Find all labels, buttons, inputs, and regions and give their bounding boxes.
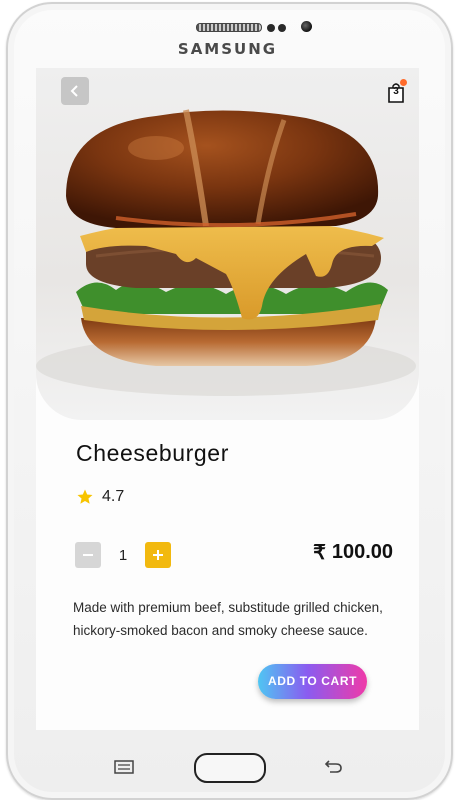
product-description: Made with premium beef, substitude grill… <box>73 600 383 638</box>
device-brand-logo: SAMSUNG <box>177 40 278 58</box>
earpiece-speaker <box>196 23 262 32</box>
tablet-device: SAMSUNG 3 Cheeseburger 4.7 1 ₹ 100.00 Ma… <box>0 0 455 800</box>
product-title: Cheeseburger <box>76 440 229 466</box>
proximity-sensor <box>267 24 275 32</box>
plus-icon <box>153 550 163 560</box>
price-value: 100.00 <box>331 541 393 563</box>
rating-value: 4.7 <box>102 488 125 505</box>
back-key-icon[interactable] <box>322 759 344 775</box>
quantity-stepper: 1 <box>75 542 171 568</box>
product-price: ₹ 100.00 <box>313 540 393 565</box>
increase-quantity-button[interactable] <box>145 542 171 568</box>
quantity-value: 1 <box>118 546 128 564</box>
decrease-quantity-button[interactable] <box>75 542 101 568</box>
product-details: Cheeseburger 4.7 1 ₹ 100.00 Made with pr… <box>36 420 419 730</box>
home-key[interactable] <box>194 753 266 783</box>
star-icon <box>77 489 93 504</box>
add-to-cart-button[interactable]: ADD TO CART <box>258 664 367 699</box>
cart-button[interactable]: 3 <box>387 79 407 104</box>
product-rating: 4.7 <box>76 488 124 506</box>
cart-notification-dot <box>400 79 407 86</box>
currency-symbol: ₹ <box>313 542 326 564</box>
front-camera <box>301 21 312 32</box>
cart-count-badge: 3 <box>393 86 399 97</box>
minus-icon <box>83 554 93 556</box>
light-sensor <box>278 24 286 32</box>
back-button[interactable] <box>61 77 89 105</box>
product-image: 3 <box>36 68 419 420</box>
chevron-left-icon <box>70 85 78 97</box>
cheeseburger-illustration <box>36 109 416 396</box>
app-screen: 3 Cheeseburger 4.7 1 ₹ 100.00 Made with … <box>36 68 419 730</box>
menu-key-icon[interactable] <box>114 760 134 774</box>
